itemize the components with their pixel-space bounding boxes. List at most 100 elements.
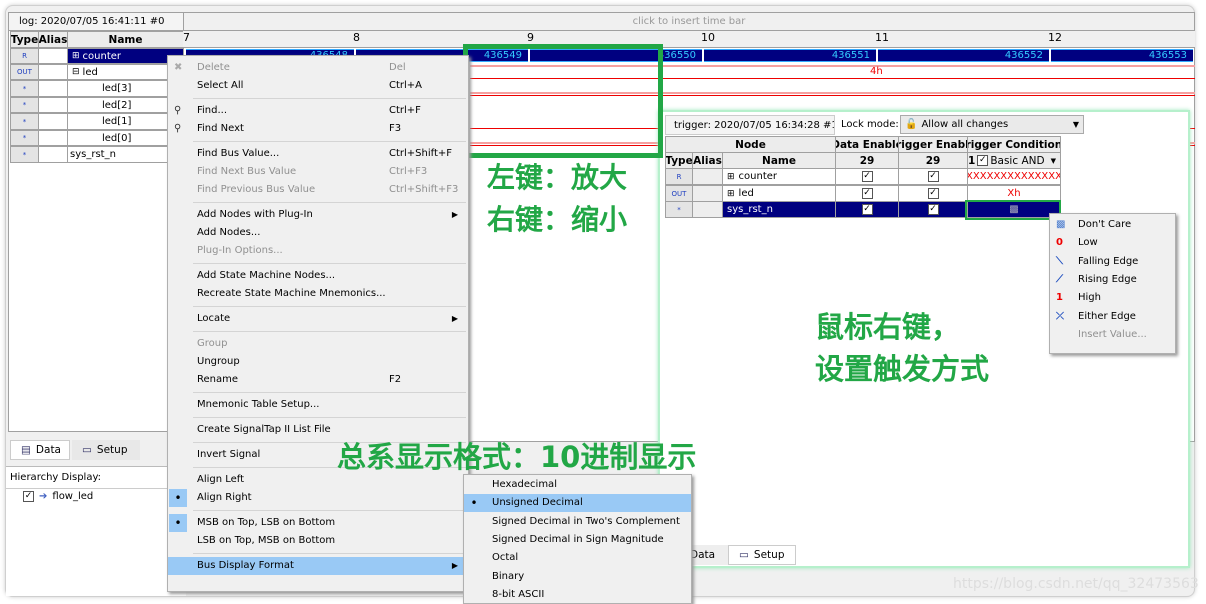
lock-mode-dropdown[interactable]: 🔓 Allow all changes ▼ <box>900 115 1084 134</box>
tab-setup[interactable]: ▭ Setup <box>72 440 140 460</box>
node-row[interactable]: sys_rst_n <box>722 201 836 218</box>
submenu-arrow-icon: ▶ <box>451 210 458 219</box>
alias-cell[interactable] <box>692 168 723 185</box>
trigger-tab-setup[interactable]: ▭ Setup <box>728 545 796 565</box>
data-enable-checkbox[interactable]: ✓ <box>835 185 899 202</box>
menu-item-falling-edge[interactable]: Falling Edge ⟍ <box>1050 253 1175 271</box>
col-name[interactable]: Name <box>67 31 184 48</box>
trigger-enable-checkbox[interactable]: ✓ <box>898 185 968 202</box>
annotation-trigger-1: 鼠标右键， <box>815 310 961 344</box>
col-alias[interactable]: Alias <box>38 31 68 48</box>
menu-item-align-right[interactable]: • Align Right <box>168 489 468 507</box>
expand-icon[interactable]: ⊞ <box>727 189 735 199</box>
col-type: Type <box>665 152 693 169</box>
menu-item-plug-in-options: Plug-In Options... <box>168 242 468 260</box>
menu-item-find[interactable]: Find... Ctrl+F ⚲ <box>168 102 468 120</box>
time-tick: 11 <box>875 31 889 44</box>
delete-icon: ✖ <box>174 62 183 73</box>
menu-item-octal[interactable]: Octal <box>464 549 691 567</box>
trigger-enable-checkbox[interactable]: ✓ <box>898 201 968 218</box>
menu-item-binary[interactable]: Binary <box>464 568 691 586</box>
data-enable-count: 29 <box>835 152 899 169</box>
signal-name: led[0] <box>102 132 132 144</box>
menu-item-label: Invert Signal <box>197 449 261 460</box>
menu-item-add-nodes[interactable]: Add Nodes... <box>168 224 468 242</box>
menu-item-label: Group <box>197 338 228 349</box>
menu-item-high[interactable]: High 1 <box>1050 289 1175 307</box>
checkbox[interactable]: ✓ <box>927 171 939 182</box>
collapse-icon[interactable]: ⊟ <box>72 67 80 77</box>
menu-item-signed-decimal-in-two-s-complement[interactable]: Signed Decimal in Two's Complement <box>464 513 691 531</box>
menu-item-find-previous-bus-value: Find Previous Bus Value Ctrl+Shift+F3 <box>168 181 468 199</box>
alias-cell[interactable] <box>38 113 68 130</box>
alias-cell[interactable] <box>38 97 68 113</box>
alias-cell[interactable] <box>692 201 723 218</box>
menu-item-add-state-machine-nodes[interactable]: Add State Machine Nodes... <box>168 267 468 285</box>
menu-item-shortcut: Ctrl+Shift+F3 <box>389 184 459 195</box>
menu-item-add-nodes-with-plug-in[interactable]: Add Nodes with Plug-In ▶ <box>168 206 468 224</box>
input-pin-icon: * <box>10 146 39 163</box>
checkbox[interactable]: ✓ <box>23 491 34 502</box>
checkbox[interactable]: ✓ <box>861 171 873 182</box>
node-row[interactable]: ⊞ led <box>722 185 836 202</box>
menu-item-unsigned-decimal[interactable]: • Unsigned Decimal <box>464 494 691 513</box>
menu-item-label: Insert Value... <box>1078 328 1147 340</box>
alias-cell[interactable] <box>38 130 68 146</box>
menu-item-find-next[interactable]: Find Next F3 ⚲ <box>168 120 468 138</box>
trigger-enable-checkbox[interactable]: ✓ <box>898 168 968 185</box>
trigger-condition-mode[interactable]: 1 ✓ Basic AND ▼ <box>967 152 1061 169</box>
menu-item-lsb-on-top-msb-on-bottom[interactable]: LSB on Top, MSB on Bottom <box>168 532 468 550</box>
col-type[interactable]: Type <box>10 31 39 48</box>
menu-item-rename[interactable]: Rename F2 <box>168 371 468 389</box>
module-icon: ➔ <box>39 491 48 502</box>
data-enable-checkbox[interactable]: ✓ <box>835 201 899 218</box>
checkbox[interactable]: ✓ <box>977 155 989 166</box>
menu-item-label: Recreate State Machine Mnemonics... <box>197 288 386 299</box>
alias-cell[interactable] <box>38 80 68 97</box>
menu-item-mnemonic-table-setup[interactable]: Mnemonic Table Setup... <box>168 396 468 414</box>
menu-item-group: Group <box>168 335 468 353</box>
annotation-trigger-2: 设置触发方式 <box>815 352 990 386</box>
signal-name: counter <box>82 50 122 62</box>
menu-item-msb-on-top-lsb-on-bottom[interactable]: • MSB on Top, LSB on Bottom <box>168 514 468 532</box>
menu-item-don-t-care[interactable]: Don't Care ▩ <box>1050 216 1175 234</box>
trigger-condition-cell[interactable]: XXXXXXXXXXXXXXXX <box>967 168 1061 185</box>
menu-item-rising-edge[interactable]: Rising Edge ⟋ <box>1050 271 1175 289</box>
time-bar-hint[interactable]: click to insert time bar <box>183 12 1195 31</box>
checkbox[interactable]: ✓ <box>927 188 939 199</box>
input-pin-icon: * <box>10 97 39 113</box>
checked-indicator-icon: • <box>169 514 187 532</box>
col-name: Name <box>722 152 836 169</box>
menu-item-either-edge[interactable]: Either Edge ⤫ <box>1050 308 1175 326</box>
checkbox[interactable]: ✓ <box>861 204 873 215</box>
checkbox[interactable]: ✓ <box>927 204 939 215</box>
menu-item-hexadecimal[interactable]: Hexadecimal <box>464 476 691 494</box>
alias-cell[interactable] <box>692 185 723 202</box>
time-tick: 9 <box>527 31 534 44</box>
menu-item-select-all[interactable]: Select All Ctrl+A <box>168 77 468 95</box>
menu-item-low[interactable]: Low 0 <box>1050 234 1175 252</box>
expand-icon[interactable]: ⊞ <box>727 172 735 182</box>
time-ruler[interactable] <box>183 31 1195 48</box>
alias-cell[interactable] <box>38 64 68 80</box>
menu-item-label: Plug-In Options... <box>197 245 283 256</box>
data-enable-checkbox[interactable]: ✓ <box>835 168 899 185</box>
menu-item-bus-display-format[interactable]: Bus Display Format ▶ <box>168 557 468 575</box>
menu-item-8-bit-ascii[interactable]: 8-bit ASCII <box>464 586 691 604</box>
menu-item-find-bus-value[interactable]: Find Bus Value... Ctrl+Shift+F <box>168 145 468 163</box>
alias-cell[interactable] <box>38 48 68 64</box>
menu-item-ungroup[interactable]: Ungroup <box>168 353 468 371</box>
binoculars-icon: ⚲ <box>174 105 182 116</box>
menu-item-signed-decimal-in-sign-magnitude[interactable]: Signed Decimal in Sign Magnitude <box>464 531 691 549</box>
hierarchy-item[interactable]: ✓ ➔ flow_led <box>23 491 93 502</box>
menu-item-recreate-state-machine-mnemonics[interactable]: Recreate State Machine Mnemonics... <box>168 285 468 303</box>
expand-icon[interactable]: ⊞ <box>72 51 80 61</box>
tab-data[interactable]: ▤ Data <box>10 440 70 460</box>
node-row[interactable]: ⊞ counter <box>722 168 836 185</box>
menu-item-locate[interactable]: Locate ▶ <box>168 310 468 328</box>
checkbox[interactable]: ✓ <box>861 188 873 199</box>
counter-bus-segment: 436553 <box>1051 49 1193 62</box>
alias-cell[interactable] <box>38 146 68 163</box>
high-icon: 1 <box>1056 292 1063 304</box>
time-tick: 12 <box>1048 31 1062 44</box>
